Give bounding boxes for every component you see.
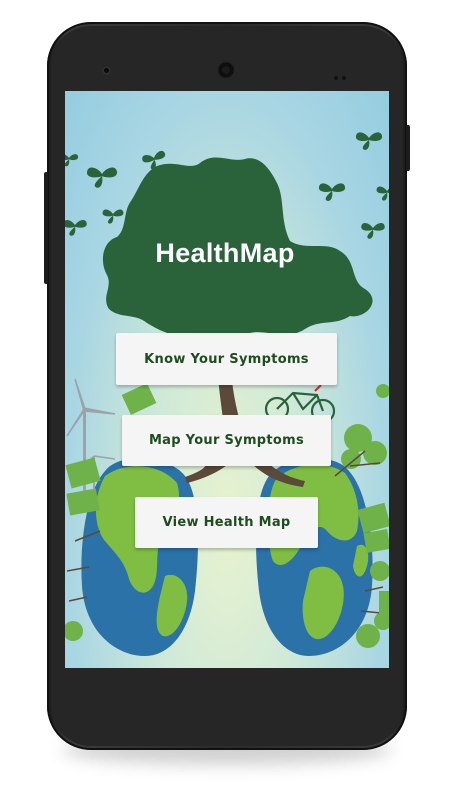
earth-lungs-icon	[81, 458, 373, 656]
app-title: HealthMap	[155, 238, 295, 268]
volume-button	[44, 172, 48, 284]
power-button	[406, 125, 410, 171]
map-your-symptoms-button[interactable]: Map Your Symptoms	[122, 415, 331, 466]
building-icon	[379, 591, 389, 619]
know-your-symptoms-button[interactable]: Know Your Symptoms	[116, 333, 337, 385]
sensor-dots	[334, 67, 358, 80]
app-screen: HealthMap Know Your Symptoms Map Your Sy…	[65, 91, 389, 668]
earpiece-speaker-icon	[217, 61, 235, 79]
view-health-map-button[interactable]: View Health Map	[135, 497, 318, 548]
front-camera-icon	[102, 66, 111, 75]
